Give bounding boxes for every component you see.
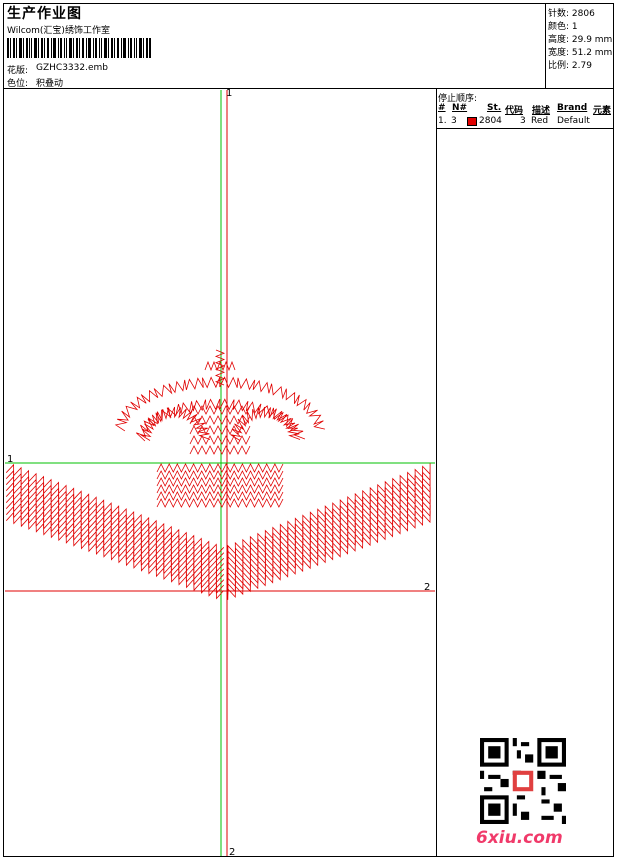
crown-band-row xyxy=(156,477,284,487)
chevron-left-row xyxy=(5,487,225,578)
crown-band-row xyxy=(156,470,284,480)
embroidery-design xyxy=(5,349,431,600)
watermark: 6xiu.com xyxy=(476,828,563,848)
crown-band-row xyxy=(156,498,284,508)
crown-band-row xyxy=(156,491,284,501)
qr-code xyxy=(480,738,566,824)
crown-band-row xyxy=(156,463,284,473)
crown-center-row xyxy=(189,435,251,445)
design-canvas xyxy=(5,90,435,856)
crown-band-row xyxy=(156,484,284,494)
crown-center-row xyxy=(189,445,251,455)
chevron-left-row xyxy=(5,469,225,562)
chevron-left-row xyxy=(5,463,225,557)
axis-label-left: 1 xyxy=(7,454,14,465)
axis-label-bottom: 2 xyxy=(229,847,236,858)
chevron-left-row xyxy=(6,511,224,600)
axis-label-right: 2 xyxy=(424,582,431,593)
axis-label-top: 1 xyxy=(226,88,233,99)
crown-right-lobe xyxy=(230,406,301,441)
crown-cross-bar xyxy=(204,360,236,372)
